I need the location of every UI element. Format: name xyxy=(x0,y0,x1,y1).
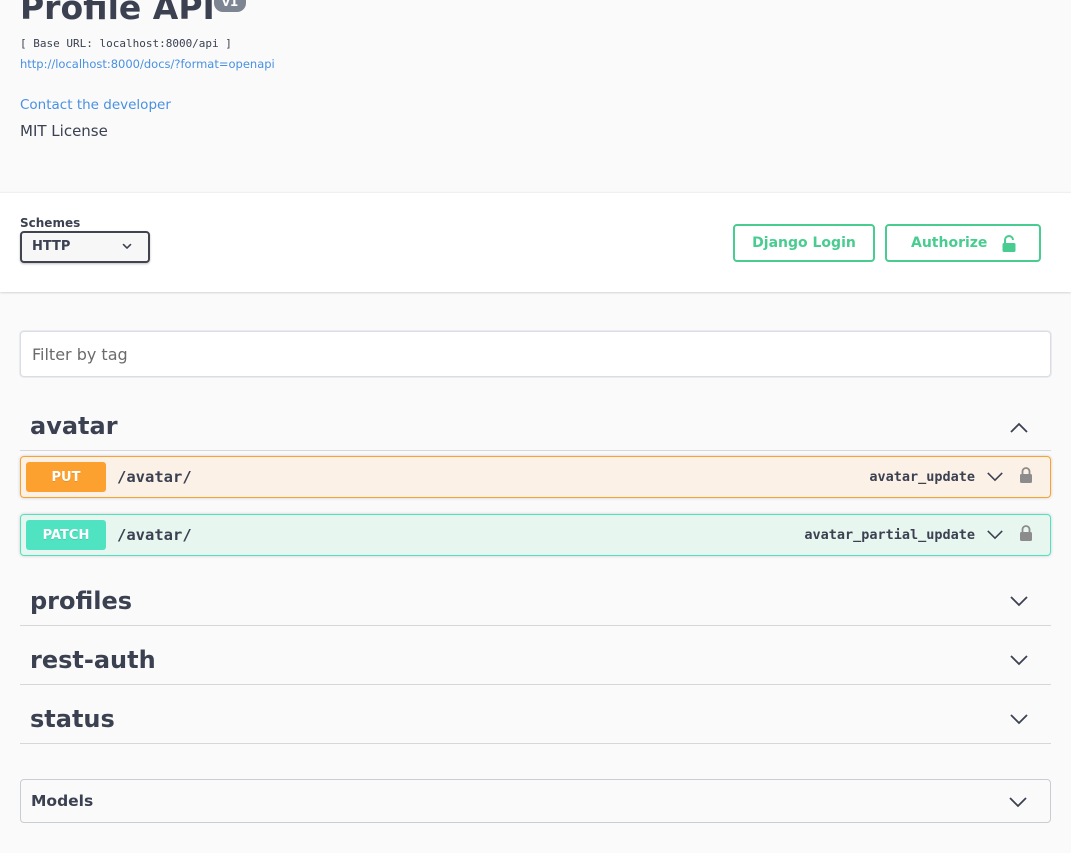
schemes-select[interactable]: HTTP xyxy=(20,231,150,263)
chevron-down-icon xyxy=(1010,714,1028,725)
tag-name: rest-auth xyxy=(30,646,156,674)
chevron-down-icon xyxy=(1010,596,1028,607)
tag-rest-auth[interactable]: rest-auth xyxy=(20,626,1051,685)
api-info: Profile API v1 [ Base URL: localhost:800… xyxy=(20,0,1051,170)
lock-closed-icon[interactable] xyxy=(1019,525,1033,542)
tag-profiles[interactable]: profiles xyxy=(20,567,1051,626)
chevron-down-icon xyxy=(987,530,1003,540)
contact-developer-link[interactable]: Contact the developer xyxy=(20,97,171,113)
chevron-up-icon xyxy=(1010,422,1028,433)
operation-id: avatar_update xyxy=(869,469,975,485)
operation-put-avatar[interactable]: PUT /avatar/ avatar_update xyxy=(20,456,1051,498)
method-badge: PATCH xyxy=(26,520,106,550)
method-badge: PUT xyxy=(26,462,106,492)
filter-by-tag-input[interactable] xyxy=(20,331,1051,377)
spec-link[interactable]: http://localhost:8000/docs/?format=opena… xyxy=(20,57,275,71)
tag-name: profiles xyxy=(30,587,133,615)
tag-name: status xyxy=(30,705,115,733)
authorize-label: Authorize xyxy=(911,235,988,251)
schemes-label: Schemes xyxy=(20,216,81,230)
tag-status[interactable]: status xyxy=(20,685,1051,744)
chevron-down-icon xyxy=(1010,655,1028,666)
license-text: MIT License xyxy=(20,122,108,140)
models-section[interactable]: Models xyxy=(20,779,1051,823)
operation-path: /avatar/ xyxy=(117,526,192,544)
chevron-down-icon xyxy=(122,243,132,249)
chevron-down-icon xyxy=(1009,797,1027,808)
tag-name: avatar xyxy=(30,412,118,440)
version-badge: v1 xyxy=(214,0,247,12)
models-label: Models xyxy=(31,792,94,810)
operation-id: avatar_partial_update xyxy=(804,527,975,543)
django-login-label: Django Login xyxy=(752,235,856,251)
lock-open-icon xyxy=(1002,235,1016,252)
tag-avatar[interactable]: avatar xyxy=(20,392,1051,451)
authorize-button[interactable]: Authorize xyxy=(885,224,1041,262)
scheme-container: Schemes HTTP Django Login Authorize xyxy=(0,192,1071,292)
chevron-down-icon xyxy=(987,472,1003,482)
django-login-button[interactable]: Django Login xyxy=(733,224,875,262)
schemes-selected-value: HTTP xyxy=(32,239,71,254)
operation-patch-avatar[interactable]: PATCH /avatar/ avatar_partial_update xyxy=(20,514,1051,556)
operation-path: /avatar/ xyxy=(117,468,192,486)
lock-closed-icon[interactable] xyxy=(1019,467,1033,484)
base-url: [ Base URL: localhost:8000/api ] xyxy=(20,37,232,50)
api-title: Profile API xyxy=(20,0,215,27)
